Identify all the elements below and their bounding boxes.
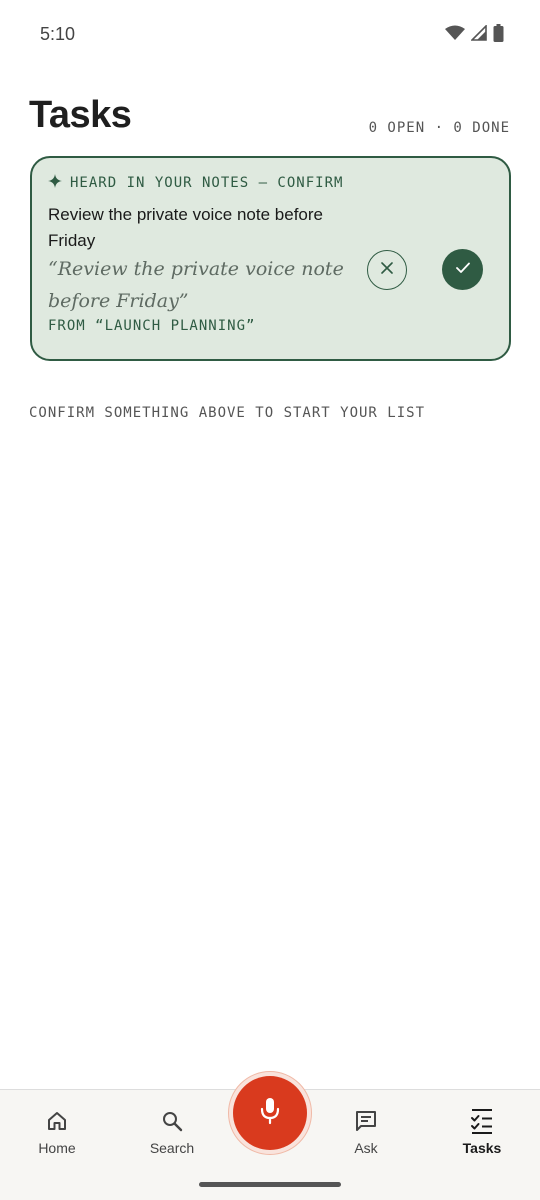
sparkle-icon <box>48 174 62 192</box>
suggested-task-quote: “Review the private voice note before Fr… <box>48 258 344 312</box>
card-header: HEARD IN YOUR NOTES — CONFIRM <box>48 174 343 192</box>
page-title: Tasks <box>29 94 132 136</box>
nav-item-search[interactable]: Search <box>127 1108 217 1156</box>
suggested-task-title: Review the private voice note before Fri… <box>48 205 323 250</box>
confirm-button[interactable] <box>442 249 483 290</box>
suggested-task-source: FROM “LAUNCH PLANNING” <box>48 318 256 334</box>
checklist-icon <box>469 1108 495 1134</box>
nav-label-search: Search <box>149 1140 195 1156</box>
chat-icon <box>353 1108 379 1134</box>
nav-label-ask: Ask <box>354 1140 378 1156</box>
nav-item-tasks[interactable]: Tasks <box>437 1108 527 1156</box>
nav-label-home: Home <box>38 1140 76 1156</box>
status-icons <box>445 24 504 47</box>
status-time: 5:10 <box>40 24 76 44</box>
nav-item-ask[interactable]: Ask <box>321 1108 411 1156</box>
record-voice-button[interactable] <box>233 1076 307 1150</box>
dismiss-button[interactable] <box>367 250 407 290</box>
empty-state-hint: CONFIRM SOMETHING ABOVE TO START YOUR LI… <box>29 405 426 421</box>
close-icon <box>381 261 393 279</box>
battery-icon <box>493 24 504 47</box>
suggested-task-card: HEARD IN YOUR NOTES — CONFIRM Review the… <box>30 156 511 361</box>
card-header-label: HEARD IN YOUR NOTES — CONFIRM <box>70 175 344 191</box>
status-bar: 5:10 <box>0 0 540 68</box>
search-icon <box>159 1108 185 1134</box>
signal-icon <box>470 24 487 46</box>
nav-label-tasks: Tasks <box>462 1140 502 1156</box>
microphone-icon <box>259 1097 281 1130</box>
nav-item-home[interactable]: Home <box>12 1108 102 1156</box>
mic-button-ring <box>228 1071 312 1155</box>
home-indicator[interactable] <box>199 1182 341 1187</box>
home-icon <box>44 1108 70 1134</box>
check-icon <box>455 261 470 279</box>
wifi-icon <box>445 25 465 46</box>
task-counts: 0 OPEN · 0 DONE <box>368 120 510 136</box>
